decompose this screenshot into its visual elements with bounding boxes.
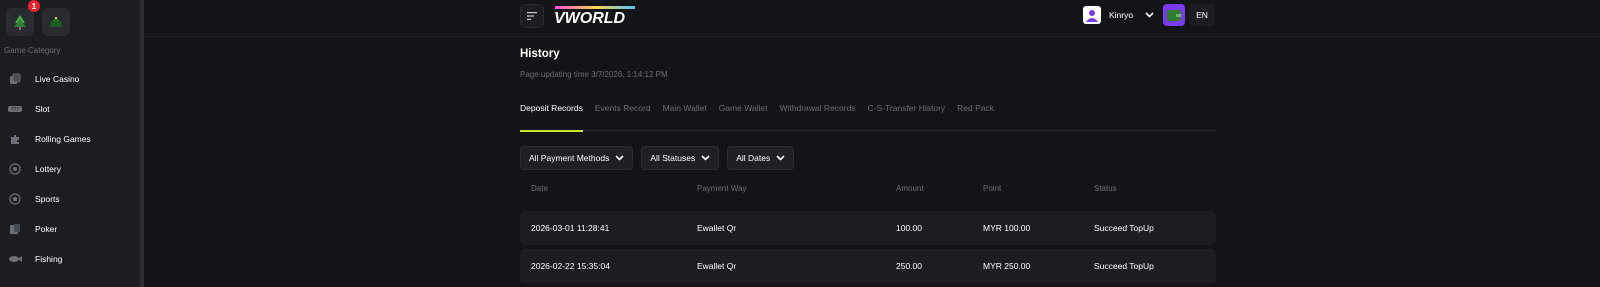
sidebar-item-label: Live Casino [35,74,80,84]
category-list: Live Casino 777 Slot Rolling Games Lotte… [0,64,140,274]
top-bar [144,0,1600,37]
column-header-status: Status [1094,184,1117,193]
tab-withdrawal-records[interactable]: Withdrawal Records [780,98,856,131]
tab-deposit-records[interactable]: Deposit Records [520,98,583,132]
user-icon [1086,10,1098,22]
cell-payment-way: Ewallet Qr [697,261,737,271]
sidebar-item-slot[interactable]: 777 Slot [0,94,140,124]
payment-method-filter[interactable]: All Payment Methods [520,146,634,170]
chevron-down-icon [1145,12,1154,18]
menu-icon [527,12,537,20]
sidebar-item-live-casino[interactable]: Live Casino [0,64,140,94]
poker-icon [8,222,22,236]
vworld-logo: VWORLD [554,6,635,26]
gift-tree-button[interactable]: 1 [6,0,40,36]
table-row[interactable]: 2026-02-22 15:35:04 Ewallet Qr 250.00 MY… [520,249,1216,283]
wallet-icon [1167,9,1181,21]
user-menu[interactable]: Kinryo [1083,4,1157,26]
sidebar-item-sports[interactable]: Sports [0,184,140,214]
sidebar-divider [140,0,144,287]
cell-status: Succeed TopUp [1094,223,1154,233]
menu-toggle-button[interactable] [520,4,544,28]
sidebar-item-label: Lottery [35,164,61,174]
puzzle-icon [8,132,22,146]
wallet-button[interactable] [1163,4,1185,26]
sidebar-item-label: Sports [35,194,60,204]
category-title: Game Category [4,46,61,55]
cell-point: MYR 250.00 [983,261,1031,271]
ball-icon [8,192,22,206]
filter-label: All Dates [736,153,771,163]
chevron-down-icon [615,155,624,161]
page-title: History [520,48,560,60]
sidebar-item-label: Rolling Games [35,134,91,144]
cell-amount: 100.00 [896,223,922,233]
sidebar-item-label: Slot [35,104,50,114]
column-header-amount: Amount [896,184,924,193]
column-header-date: Date [531,184,548,193]
filter-bar: All Payment Methods All Statuses All Dat… [520,146,795,170]
sidebar-item-lottery[interactable]: Lottery [0,154,140,184]
sidebar-item-poker[interactable]: Poker [0,214,140,244]
column-header-point: Point [983,184,1002,193]
filter-label: All Payment Methods [529,153,610,163]
event-button[interactable] [42,8,70,36]
lottery-icon [8,162,22,176]
fish-icon [8,252,22,266]
tab-red-pack[interactable]: Red Pack [957,98,994,131]
tab-main-wallet[interactable]: Main Wallet [663,98,707,131]
svg-text:777: 777 [11,107,20,113]
mosque-icon [51,17,61,27]
logo[interactable]: VWORLD [553,4,637,26]
filter-label: All Statuses [650,153,696,163]
chevron-down-icon [776,155,785,161]
history-tabs: Deposit Records Events Record Main Walle… [520,98,1216,132]
username: Kinryo [1109,10,1134,20]
sidebar-top-icons: 1 [6,0,70,36]
tab-game-wallet[interactable]: Game Wallet [719,98,768,131]
status-filter[interactable]: All Statuses [641,146,720,170]
table-row[interactable]: 2026-03-01 11:28:41 Ewallet Qr 100.00 MY… [520,211,1216,245]
cell-payment-way: Ewallet Qr [697,223,737,233]
chevron-down-icon [701,155,710,161]
tab-events-record[interactable]: Events Record [595,98,651,131]
avatar [1083,6,1101,24]
sidebar-item-label: Poker [35,224,58,234]
cell-date: 2026-03-01 11:28:41 [531,223,610,233]
cell-status: Succeed TopUp [1094,261,1154,271]
cell-date: 2026-02-22 15:35:04 [531,261,610,271]
cell-point: MYR 100.00 [983,223,1031,233]
sidebar-item-label: Fishing [35,254,63,264]
sidebar: 1 Game Category Live Casino 777 Slot Rol… [0,0,140,287]
tree-icon [14,15,26,30]
column-header-payment-way: Payment Way [697,184,747,193]
sidebar-item-fishing[interactable]: Fishing [0,244,140,274]
language-button[interactable]: EN [1189,4,1215,26]
cell-amount: 250.00 [896,261,922,271]
notification-badge: 1 [28,0,40,12]
svg-text:VWORLD: VWORLD [554,10,626,26]
date-filter[interactable]: All Dates [727,146,795,170]
update-time: Page updating time 3/7/2026, 1:14:12 PM [520,70,668,79]
table-header: Date Payment Way Amount Point Status [520,184,1216,196]
tab-cs-transfer-history[interactable]: C-S-Transfer History [868,98,946,131]
slot-icon: 777 [8,102,22,116]
cards-icon [8,72,22,86]
sidebar-item-rolling-games[interactable]: Rolling Games [0,124,140,154]
